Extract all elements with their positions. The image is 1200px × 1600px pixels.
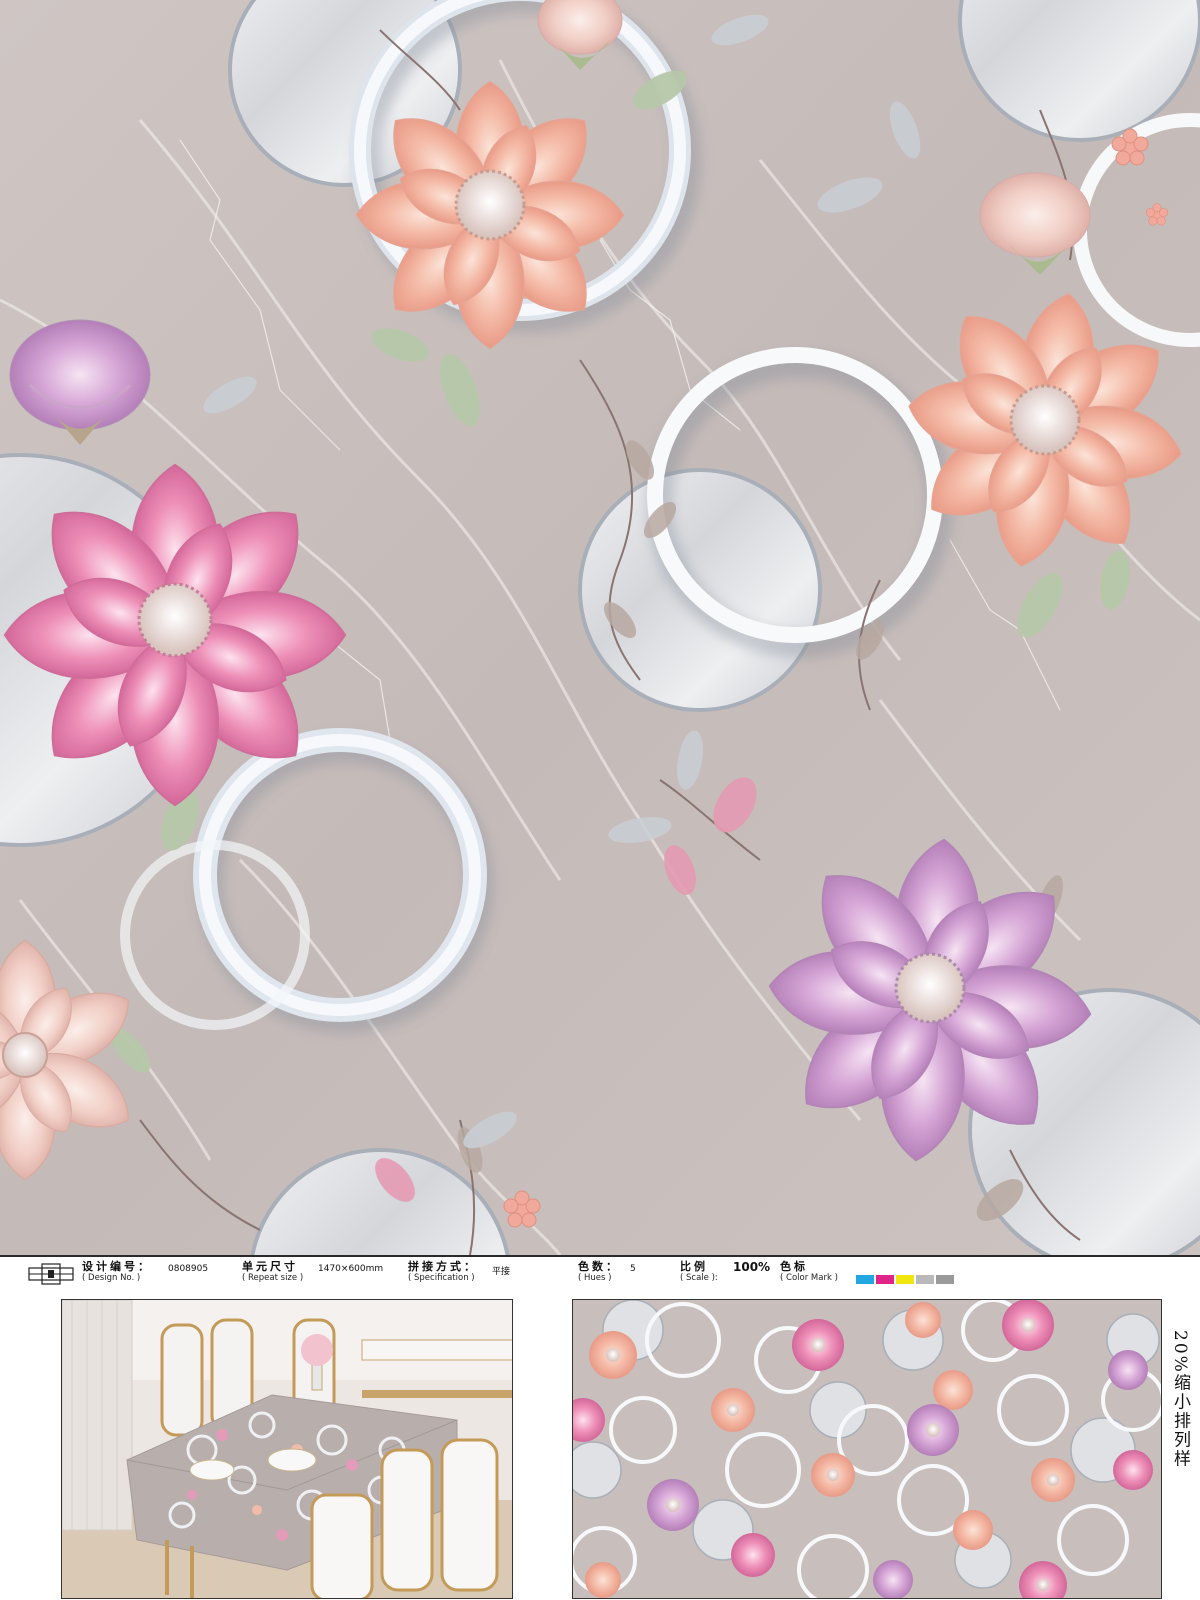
color-mark-label-en: ( Color Mark )	[780, 1273, 838, 1283]
hues-label: 色数： ( Hues )	[578, 1260, 620, 1284]
color-chip-3	[896, 1275, 914, 1284]
design-svg	[0, 0, 1200, 1255]
color-chip-1	[856, 1275, 874, 1284]
design-no-value: 0808905	[168, 1264, 209, 1274]
color-chip-4	[916, 1275, 934, 1284]
hues-label-en: ( Hues )	[578, 1273, 612, 1283]
reduced-repeat-sample	[572, 1299, 1162, 1599]
color-chip-5	[936, 1275, 954, 1284]
design-no-label-en: ( Design No. )	[82, 1273, 141, 1283]
flower-peach-top	[355, 80, 625, 350]
repeat-svg	[573, 1300, 1161, 1598]
repeat-size-label-cn: 单元尺寸	[242, 1260, 298, 1273]
color-mark-chips	[856, 1275, 954, 1284]
color-chip-2	[876, 1275, 894, 1284]
mockup-svg	[62, 1300, 512, 1598]
design-no-label: 设计编号： ( Design No. )	[82, 1260, 152, 1284]
scale-value: 100%	[733, 1260, 771, 1274]
color-mark-label: 色标 ( Color Mark )	[780, 1260, 838, 1284]
design-no-label-cn: 设计编号：	[82, 1260, 152, 1273]
flower-pink-left	[3, 463, 347, 807]
repeat-caption: 20%缩小排列样	[1170, 1330, 1190, 1469]
repeat-size-label-en: ( Repeat size )	[242, 1273, 304, 1283]
hues-label-cn: 色数：	[578, 1260, 620, 1273]
repeat-size-value: 1470×600mm	[318, 1264, 384, 1274]
specification-strip: 设计编号： ( Design No. ) 0808905 单元尺寸 ( Repe…	[0, 1255, 1200, 1293]
spec-logo-icon	[28, 1263, 74, 1285]
specification-value: 平接	[492, 1267, 511, 1277]
repeat-size-label: 单元尺寸 ( Repeat size )	[242, 1260, 303, 1284]
scale-label-en: ( Scale ):	[680, 1273, 718, 1283]
tablecloth-mockup-photo	[61, 1299, 513, 1599]
specification-label-cn: 拼接方式：	[408, 1260, 478, 1273]
scale-label: 比例 ( Scale ):	[680, 1260, 718, 1284]
specification-label: 拼接方式： ( Specification )	[408, 1260, 478, 1284]
hues-value: 5	[630, 1264, 636, 1274]
design-artwork	[0, 0, 1200, 1255]
scale-label-cn: 比例	[680, 1260, 708, 1273]
specification-label-en: ( Specification )	[408, 1273, 475, 1283]
color-mark-label-cn: 色标	[780, 1260, 808, 1273]
